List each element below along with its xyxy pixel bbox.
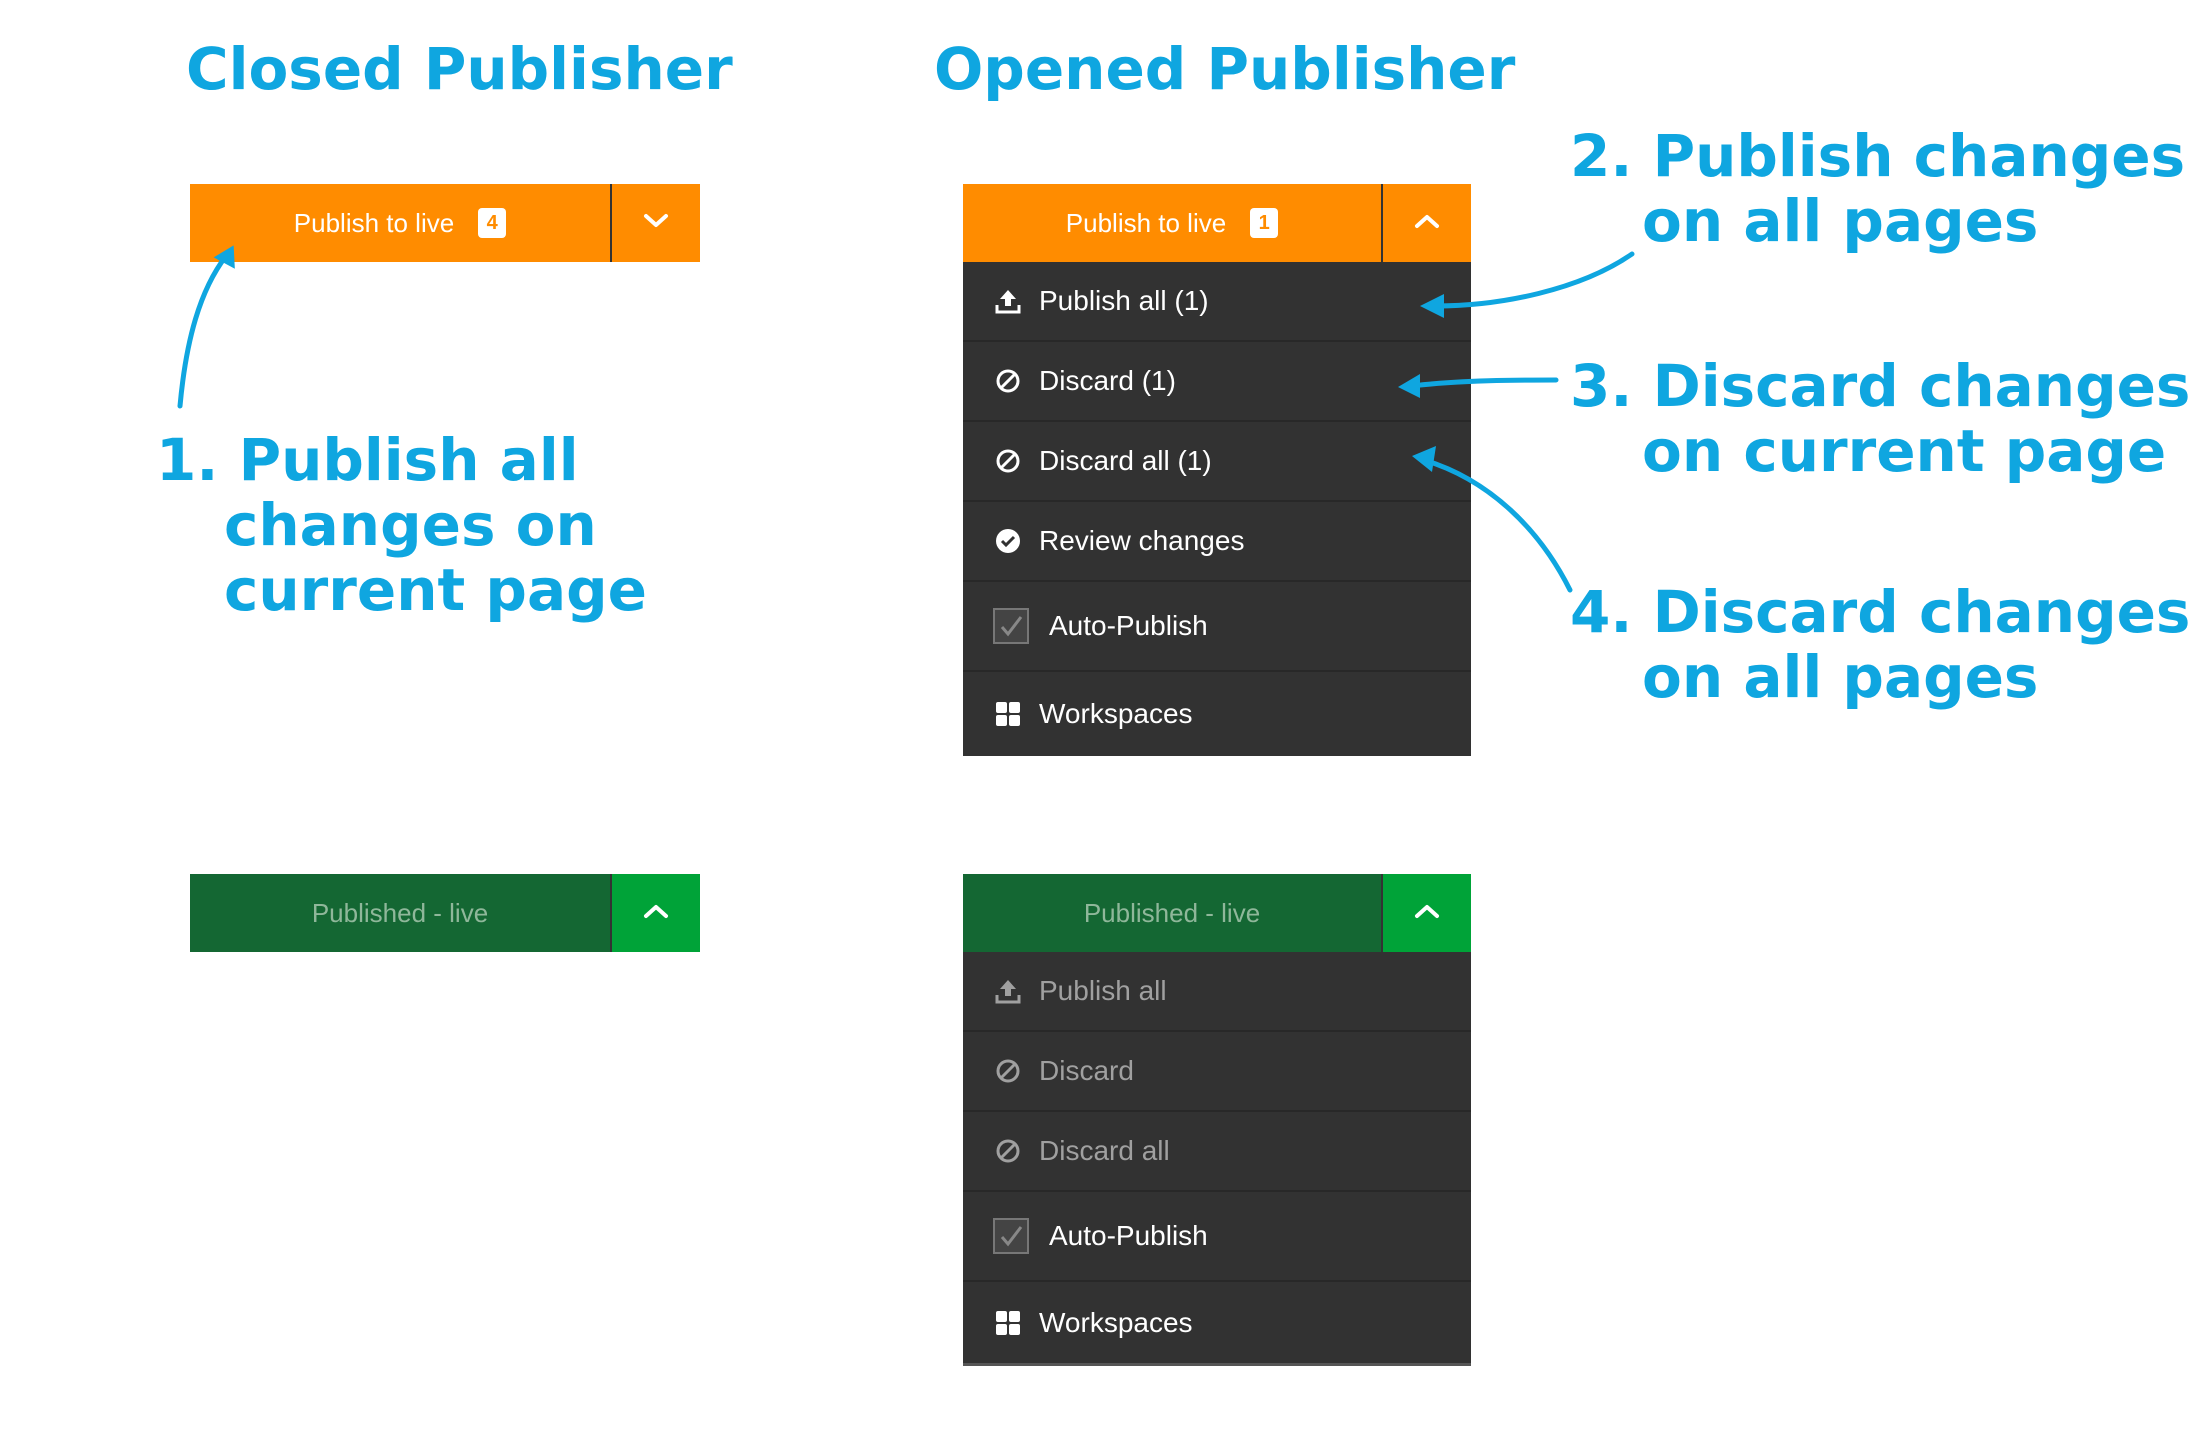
arrow-3-head: [1398, 374, 1420, 398]
annotation-arrows: [177, 245, 1635, 593]
arrow-3: [1409, 377, 1559, 389]
arrow-4: [1421, 457, 1573, 593]
arrow-2-head: [1420, 294, 1444, 318]
arrow-4-head: [1412, 446, 1436, 472]
arrow-2: [1433, 251, 1635, 309]
arrow-1: [177, 253, 229, 409]
